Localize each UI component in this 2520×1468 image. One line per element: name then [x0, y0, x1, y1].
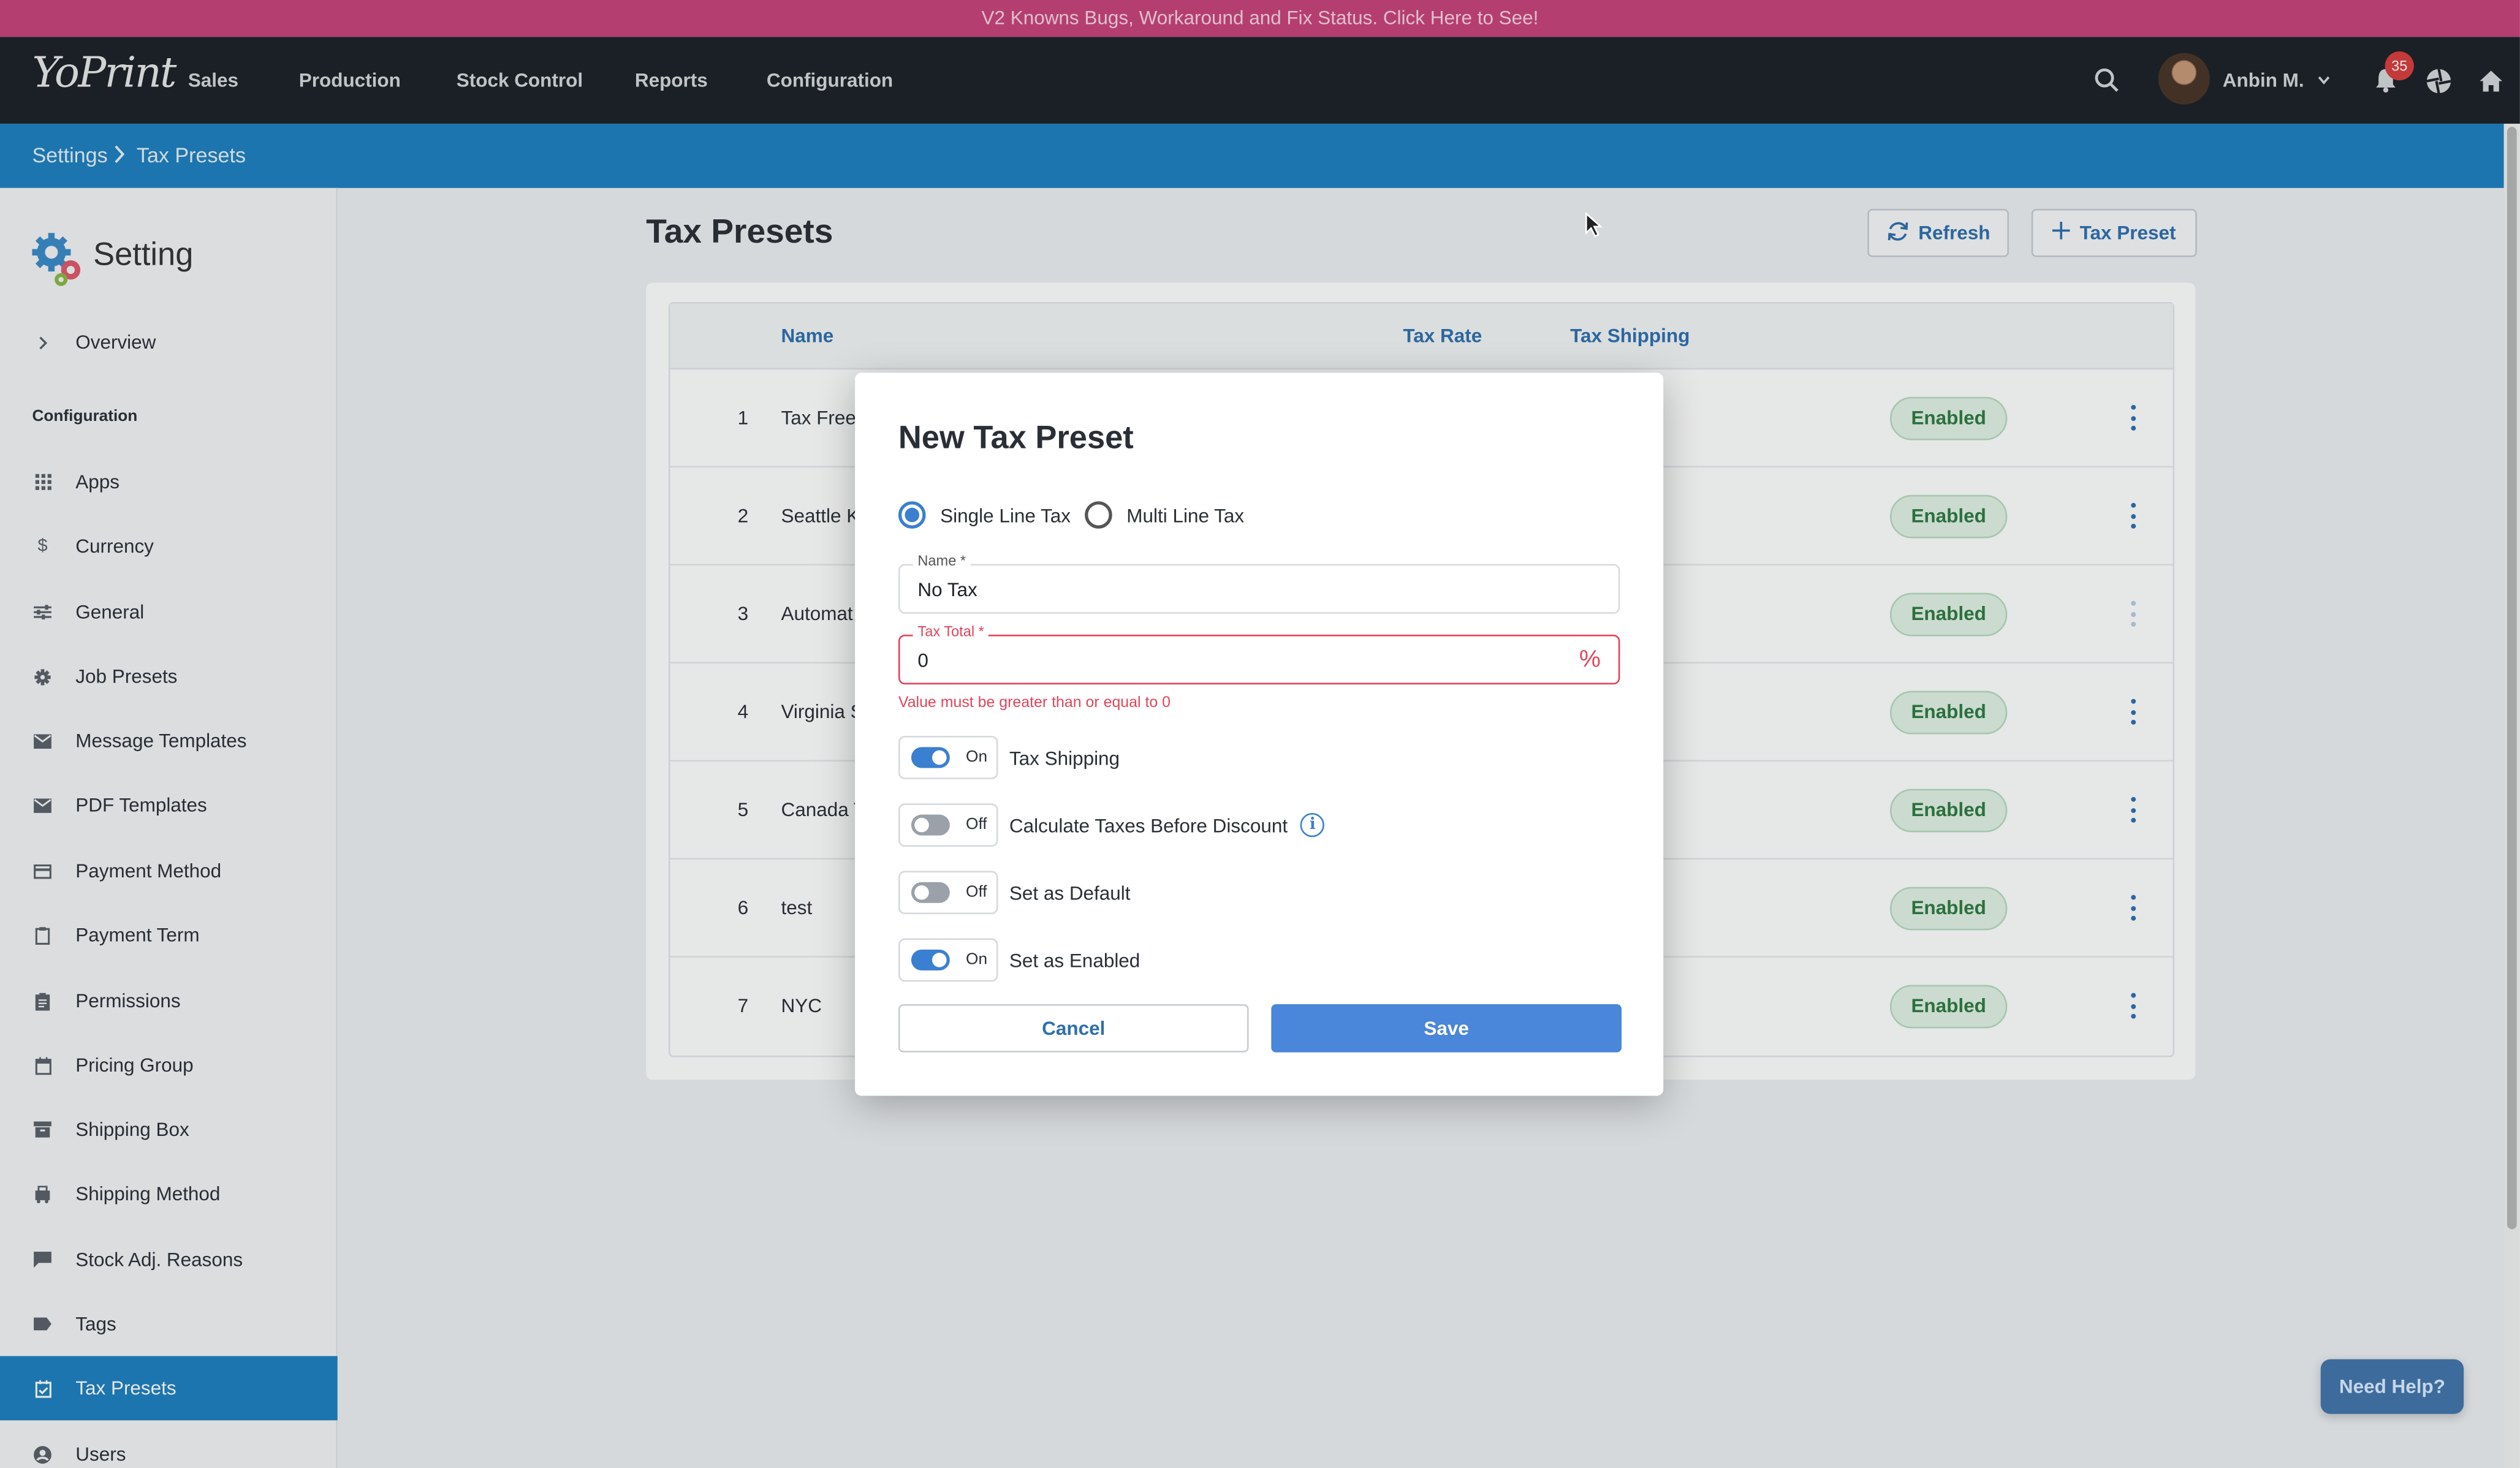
radio-single-line-tax[interactable]: Single Line Tax: [898, 501, 1071, 529]
toggle-state: On: [966, 749, 988, 766]
dialog-title: New Tax Preset: [898, 421, 1134, 456]
radio-multi-line-tax[interactable]: Multi Line Tax: [1085, 501, 1244, 529]
toggle-row-set-as-default: Off Set as Default: [898, 871, 1131, 915]
radio-checked-icon: [898, 501, 926, 529]
radio-unchecked-icon: [1085, 501, 1112, 529]
calculate-before-discount-toggle[interactable]: Off: [898, 803, 998, 847]
toggle-row-tax-shipping: On Tax Shipping: [898, 736, 1120, 779]
toggle-label: Set as Default: [1009, 881, 1131, 904]
toggle-label: Calculate Taxes Before Discount: [1009, 814, 1288, 836]
switch-on-icon: [911, 747, 950, 768]
switch-off-icon: [911, 814, 950, 836]
radio-label: Single Line Tax: [940, 504, 1071, 526]
tax-total-field[interactable]: Tax Total * 0 %: [898, 623, 1620, 685]
toggle-label: Tax Shipping: [1009, 746, 1120, 769]
name-field[interactable]: Name * No Tax: [898, 553, 1620, 614]
save-button[interactable]: Save: [1271, 1004, 1622, 1053]
app-root: V2 Knowns Bugs, Workaround and Fix Statu…: [0, 0, 2520, 1468]
tax-total-error: Value must be greater than or equal to 0: [898, 694, 1171, 712]
mouse-cursor-icon: [1585, 211, 1603, 246]
toggle-state: Off: [966, 816, 987, 834]
set-as-enabled-toggle[interactable]: On: [898, 938, 998, 982]
switch-on-icon: [911, 949, 950, 970]
name-field-value[interactable]: No Tax: [917, 566, 977, 614]
percent-icon: %: [1579, 646, 1601, 673]
toggle-state: Off: [966, 883, 987, 902]
switch-off-icon: [911, 882, 950, 903]
toggle-label: Set as Enabled: [1009, 948, 1140, 972]
toggle-row-calculate-taxes-before-discount: Off Calculate Taxes Before Discount i: [898, 803, 1325, 847]
cancel-button[interactable]: Cancel: [898, 1004, 1249, 1053]
need-help-button[interactable]: Need Help?: [2320, 1359, 2464, 1414]
radio-label: Multi Line Tax: [1126, 504, 1245, 526]
new-tax-preset-dialog: New Tax Preset Single Line Tax Multi Lin…: [855, 373, 1664, 1096]
info-icon[interactable]: i: [1300, 812, 1325, 838]
tax-shipping-toggle[interactable]: On: [898, 736, 998, 779]
toggle-row-set-as-enabled: On Set as Enabled: [898, 938, 1140, 982]
set-as-default-toggle[interactable]: Off: [898, 871, 998, 915]
toggle-state: On: [966, 951, 988, 969]
tax-total-value[interactable]: 0: [917, 636, 928, 684]
